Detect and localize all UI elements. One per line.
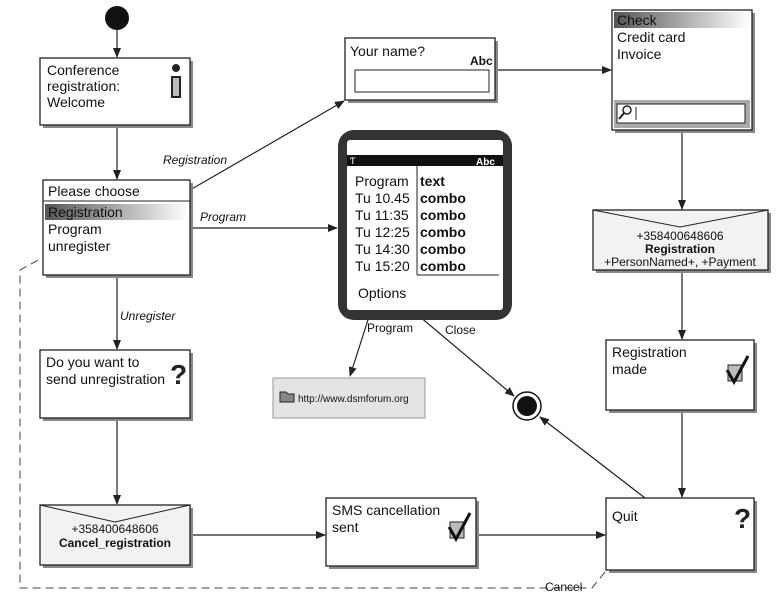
svg-text:Your name?: Your name? (350, 43, 425, 59)
start-node (105, 6, 129, 30)
list-item[interactable]: Check (617, 12, 658, 28)
edge-label-program-link: Program (367, 321, 413, 335)
svg-text:Tu 10.45: Tu 10.45 (355, 190, 410, 206)
svg-text:Quit: Quit (612, 508, 638, 524)
info-icon (171, 64, 181, 98)
link-node: http://www.dsmforum.org (272, 377, 426, 419)
svg-text:Tu 12:25: Tu 12:25 (355, 224, 410, 240)
list-item[interactable]: Credit card (617, 29, 685, 45)
list-item[interactable]: Registration (48, 204, 123, 220)
list-item[interactable]: Invoice (617, 46, 662, 62)
edge-label-cancel: Cancel (545, 580, 582, 594)
end-node (512, 391, 542, 421)
unregister-confirm-node: Do you want to send unregistration ? (39, 349, 193, 421)
options-softkey[interactable]: Options (358, 285, 406, 301)
svg-text:+PersonNamed+, +Payment: +PersonNamed+, +Payment (604, 255, 756, 269)
svg-text:Tu 11:35: Tu 11:35 (355, 207, 409, 223)
svg-text:Registration: Registration (612, 344, 687, 360)
svg-text:combo: combo (420, 190, 466, 206)
svg-text:Tu 14:30: Tu 14:30 (355, 241, 410, 257)
payment-node: Check Credit card Invoice (611, 9, 755, 133)
registration-made-node: Registration made (605, 339, 757, 413)
text-input-mode-icon: Abc (470, 54, 493, 68)
svg-text:registration:: registration: (47, 78, 120, 94)
edge-label-close: Close (445, 323, 476, 337)
svg-text:Tu 15:20: Tu 15:20 (355, 258, 410, 274)
phone-program-node: Ƭ Abc Program text Tu 10.45 combo Tu 11:35… (338, 130, 512, 320)
list-item[interactable]: Program (48, 221, 102, 237)
svg-text:Welcome: Welcome (47, 94, 105, 110)
text-input-mode-icon: Abc (476, 157, 495, 168)
question-icon: ? (734, 503, 751, 534)
svg-text:SMS cancellation: SMS cancellation (332, 502, 440, 518)
svg-text:combo: combo (420, 241, 466, 257)
choose-node: Please choose Registration Program unreg… (42, 179, 193, 278)
edge-label-unregister: Unregister (120, 309, 176, 323)
dsm-flow-diagram: Registration Program Unregister Program … (19, 6, 771, 594)
svg-text:Conference: Conference (47, 62, 120, 78)
edge-label-program: Program (200, 210, 246, 224)
welcome-node: Conference registration: Welcome (39, 57, 193, 128)
svg-text:sent: sent (332, 519, 359, 535)
url-link[interactable]: http://www.dsmforum.org (298, 394, 409, 405)
signal-icon: Ƭ (350, 156, 356, 166)
svg-text:made: made (612, 361, 647, 377)
sms-cancel-node: +358400648606 Cancel_registration (39, 504, 193, 568)
svg-text:combo: combo (420, 207, 466, 223)
svg-text:Cancel_registration: Cancel_registration (59, 536, 171, 550)
svg-text:Please choose: Please choose (48, 183, 140, 199)
question-icon: ? (170, 359, 187, 390)
name-prompt-node: Your name? Abc (344, 37, 498, 103)
edge-label-registration: Registration (163, 153, 227, 167)
svg-text:+358400648606: +358400648606 (71, 522, 158, 536)
cancel-sent-node: SMS cancellation sent (325, 497, 479, 569)
svg-text:combo: combo (420, 224, 466, 240)
svg-text:Registration: Registration (645, 242, 715, 256)
svg-text:Program: Program (355, 173, 409, 189)
svg-text:Do you want to: Do you want to (46, 354, 140, 370)
svg-text:combo: combo (420, 258, 466, 274)
svg-text:+358400648606: +358400648606 (636, 229, 723, 243)
quit-node: Quit ? (605, 497, 757, 573)
svg-text:text: text (420, 173, 445, 189)
svg-text:send unregistration: send unregistration (46, 371, 165, 387)
sms-registration-node: +358400648606 Registration +PersonNamed+… (592, 209, 771, 273)
folder-icon (279, 391, 295, 403)
list-item[interactable]: unregister (48, 238, 111, 254)
name-input[interactable] (354, 69, 490, 93)
